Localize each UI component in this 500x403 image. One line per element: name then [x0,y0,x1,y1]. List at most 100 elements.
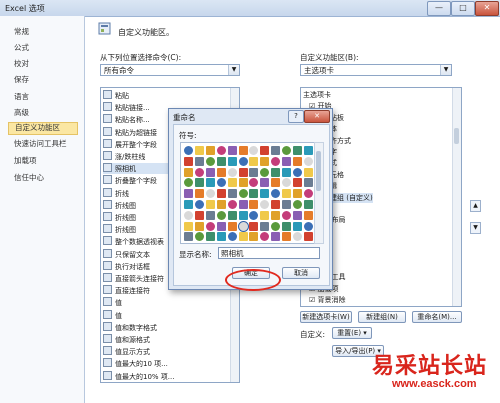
symbol-icon[interactable] [216,167,226,177]
symbol-icon[interactable] [293,221,302,231]
list-item[interactable]: 值 [103,309,227,321]
symbol-icon[interactable] [216,178,226,188]
move-down-button[interactable]: ▼ [470,222,481,234]
symbol-icon[interactable] [271,178,281,188]
symbol-icon[interactable] [227,200,237,209]
ribbon-tree-scrollbar[interactable] [452,88,461,306]
symbol-icon[interactable] [184,221,193,231]
nav-item[interactable]: 语言 [14,91,29,102]
nav-item[interactable]: 常规 [14,26,29,37]
symbol-icon[interactable] [303,210,313,220]
symbol-icon[interactable] [271,167,281,177]
symbol-icon[interactable] [227,146,237,155]
symbol-icon[interactable] [303,156,313,166]
symbol-icon[interactable] [227,156,237,166]
symbol-icon[interactable] [260,210,270,220]
symbol-icon[interactable] [303,178,313,188]
list-item[interactable]: 值和源格式 [103,334,227,345]
symbol-icon[interactable] [184,210,193,220]
symbol-icon[interactable] [205,189,215,199]
symbol-icon[interactable] [303,146,313,155]
rename-button[interactable]: 重命名(M)... [412,311,462,323]
list-item[interactable]: 值 [103,297,227,308]
symbol-icon[interactable] [282,178,292,188]
symbol-icon[interactable] [303,221,313,231]
nav-item[interactable]: 加载项 [14,155,37,166]
symbol-icon[interactable] [293,189,302,199]
symbol-icon[interactable] [249,221,259,231]
symbol-icon[interactable] [249,200,259,209]
symbol-icon[interactable] [282,221,292,231]
symbol-icon[interactable] [271,200,281,209]
scrollbar-thumb[interactable] [316,151,321,191]
symbol-icon[interactable] [282,210,292,220]
dialog-help-button[interactable]: ? [288,110,304,123]
symbol-icon[interactable] [293,178,302,188]
symbol-icon[interactable] [194,146,204,155]
symbol-icon[interactable] [238,178,248,188]
symbol-icon[interactable] [271,189,281,199]
symbol-icon[interactable] [293,156,302,166]
symbol-icon[interactable] [216,200,226,209]
symbol-icon[interactable] [293,210,302,220]
symbol-icon[interactable] [249,178,259,188]
symbol-icon[interactable] [184,200,193,209]
symbol-icon[interactable] [216,232,226,242]
symbol-icon[interactable] [184,146,193,155]
symbol-icon[interactable] [238,189,248,199]
symbol-icon[interactable] [205,210,215,220]
symbol-icon[interactable] [249,232,259,242]
symbol-icon[interactable] [271,156,281,166]
symbol-icon[interactable] [194,156,204,166]
symbol-icon[interactable] [238,210,248,220]
symbol-icon[interactable] [227,232,237,242]
symbol-icon[interactable] [184,167,193,177]
symbol-icon[interactable] [238,156,248,166]
symbol-icon[interactable] [238,232,248,242]
symbol-icon[interactable] [194,200,204,209]
reset-button[interactable]: 重置(E) ▾ [332,327,372,339]
symbol-icon[interactable] [184,232,193,242]
tree-item[interactable]: 主选项卡 [303,90,331,101]
scrollbar-thumb[interactable] [454,128,459,144]
camera-symbol-icon[interactable] [237,220,249,232]
symbol-icon[interactable] [260,189,270,199]
symbol-icon[interactable] [293,167,302,177]
nav-item[interactable]: 高级 [14,107,29,118]
symbol-icon[interactable] [216,146,226,155]
close-button[interactable]: ✕ [475,1,499,16]
ribbon-tabs-combo[interactable]: 主选项卡 ▼ [300,64,452,76]
symbol-icon[interactable] [216,221,226,231]
display-name-input[interactable]: 照相机 [218,247,320,259]
symbol-grid-scrollbar[interactable] [314,142,324,244]
symbol-icon[interactable] [205,146,215,155]
dialog-close-button[interactable]: ✕ [304,110,330,123]
symbol-icon[interactable] [260,221,270,231]
nav-item[interactable]: 公式 [14,42,29,53]
list-item[interactable]: 值最大的10 项... [103,358,227,369]
nav-item[interactable]: 校对 [14,58,29,69]
symbol-icon[interactable] [249,156,259,166]
symbol-icon[interactable] [249,210,259,220]
symbol-icon[interactable] [303,232,313,242]
symbol-icon[interactable] [227,178,237,188]
symbol-icon[interactable] [249,189,259,199]
symbol-icon[interactable] [184,178,193,188]
symbol-icon[interactable] [271,210,281,220]
symbol-icon[interactable] [260,156,270,166]
symbol-icon[interactable] [238,167,248,177]
symbol-icon[interactable] [227,189,237,199]
symbol-icon[interactable] [238,200,248,209]
symbol-icon[interactable] [216,189,226,199]
symbol-icon[interactable] [282,200,292,209]
list-item[interactable]: 值显示方式 [103,346,227,357]
choose-commands-combo[interactable]: 所有命令 ▼ [100,64,240,76]
maximize-button[interactable]: □ [451,1,475,16]
symbol-icon[interactable] [293,146,302,155]
symbol-icon[interactable] [184,189,193,199]
symbol-icon[interactable] [238,146,248,155]
symbol-icon[interactable] [303,167,313,177]
symbol-icon[interactable] [194,232,204,242]
symbol-icon[interactable] [216,210,226,220]
minimize-button[interactable]: — [427,1,451,16]
